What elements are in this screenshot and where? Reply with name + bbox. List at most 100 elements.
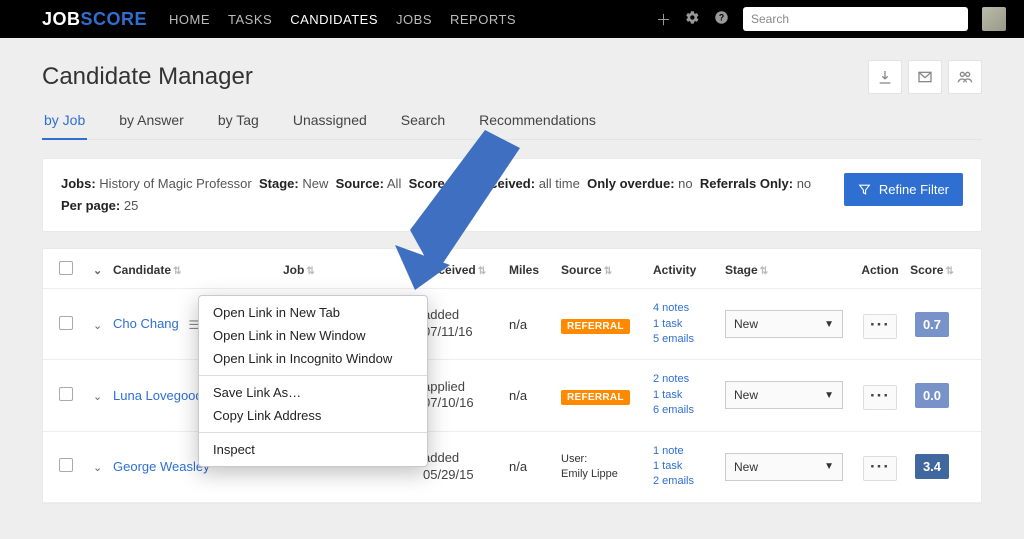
activity-notes[interactable]: 1 note <box>653 444 725 459</box>
help-icon[interactable]: ? <box>714 10 729 29</box>
sort-icon: ⇅ <box>604 266 612 277</box>
expand-all-icon[interactable]: ⌄ <box>93 265 102 277</box>
expand-icon[interactable]: ⌄ <box>93 391 102 403</box>
nav-home[interactable]: HOME <box>169 12 210 27</box>
score-chip[interactable]: 0.0 <box>915 383 949 408</box>
miles-text: n/a <box>509 388 561 403</box>
stage-select[interactable]: New ▼ <box>725 453 843 481</box>
refine-filter-label: Refine Filter <box>879 182 949 197</box>
download-button[interactable] <box>868 60 902 94</box>
stage-select[interactable]: New ▼ <box>725 310 843 338</box>
select-all-checkbox[interactable] <box>59 261 73 275</box>
table-row: ⌄ George Weasley added05/29/15 n/a User:… <box>43 432 981 503</box>
mail-button[interactable] <box>908 60 942 94</box>
stage-value: New <box>734 388 758 402</box>
page-head: Candidate Manager <box>42 60 982 94</box>
candidates-table: ⌄ Candidate⇅ Job⇅ Received⇅ Miles Source… <box>42 248 982 504</box>
col-stage[interactable]: Stage <box>725 263 758 277</box>
referral-badge: REFERRAL <box>561 390 630 405</box>
col-score[interactable]: Score <box>910 263 943 277</box>
menu-copy-link[interactable]: Copy Link Address <box>199 404 427 427</box>
score-chip[interactable]: 3.4 <box>915 454 949 479</box>
activity-links: 1 note 1 task 2 emails <box>653 444 725 490</box>
activity-tasks[interactable]: 1 task <box>653 459 725 474</box>
sort-icon: ⇅ <box>478 266 486 277</box>
table-row: ⌄ Cho Chang ☰ ✎ ✉ ◷ History of Magic add… <box>43 289 981 360</box>
sort-icon: ⇅ <box>173 266 181 277</box>
row-action-menu[interactable]: ··· <box>863 385 897 410</box>
table-header: ⌄ Candidate⇅ Job⇅ Received⇅ Miles Source… <box>43 249 981 289</box>
stage-value: New <box>734 460 758 474</box>
stage-value: New <box>734 317 758 331</box>
nav-tasks[interactable]: TASKS <box>228 12 272 27</box>
candidate-link[interactable]: George Weasley <box>113 459 210 474</box>
activity-notes[interactable]: 4 notes <box>653 301 725 316</box>
svg-text:?: ? <box>719 12 724 22</box>
tab-by-tag[interactable]: by Tag <box>216 112 261 139</box>
menu-open-new-window[interactable]: Open Link in New Window <box>199 324 427 347</box>
col-candidate[interactable]: Candidate <box>113 263 171 277</box>
page-title: Candidate Manager <box>42 63 253 91</box>
received-text: applied07/10/16 <box>423 379 509 413</box>
activity-tasks[interactable]: 1 task <box>653 388 725 403</box>
menu-save-link-as[interactable]: Save Link As… <box>199 381 427 404</box>
col-received[interactable]: Received <box>423 263 476 277</box>
source-text: User:Emily Lippe <box>561 452 653 481</box>
sort-icon: ⇅ <box>306 266 314 277</box>
candidate-link[interactable]: Cho Chang <box>113 316 179 331</box>
activity-tasks[interactable]: 1 task <box>653 317 725 332</box>
row-action-menu[interactable]: ··· <box>863 456 897 481</box>
col-source[interactable]: Source <box>561 263 602 277</box>
logo-part2: SCORE <box>81 9 148 30</box>
gear-icon[interactable] <box>685 10 700 29</box>
activity-emails[interactable]: 5 emails <box>653 332 725 347</box>
col-miles: Miles <box>509 263 539 277</box>
tab-recommendations[interactable]: Recommendations <box>477 112 598 139</box>
menu-open-incognito[interactable]: Open Link in Incognito Window <box>199 347 427 370</box>
miles-text: n/a <box>509 459 561 474</box>
menu-inspect[interactable]: Inspect <box>199 438 427 461</box>
nav-candidates[interactable]: CANDIDATES <box>290 12 378 27</box>
tab-unassigned[interactable]: Unassigned <box>291 112 369 139</box>
row-checkbox[interactable] <box>59 387 73 401</box>
filter-summary: Jobs: History of Magic Professor Stage: … <box>61 173 824 217</box>
nav-reports[interactable]: REPORTS <box>450 12 516 27</box>
candidate-link[interactable]: Luna Lovegood <box>113 388 203 403</box>
filter-panel: Jobs: History of Magic Professor Stage: … <box>42 158 982 232</box>
tab-by-answer[interactable]: by Answer <box>117 112 186 139</box>
logo[interactable]: JOB SCORE <box>42 9 147 30</box>
chevron-down-icon: ▼ <box>824 390 834 401</box>
subtabs: by Job by Answer by Tag Unassigned Searc… <box>42 112 982 140</box>
topbar-right: ＋ ? Search <box>656 7 1006 31</box>
activity-emails[interactable]: 2 emails <box>653 474 725 489</box>
nav-jobs[interactable]: JOBS <box>396 12 432 27</box>
tab-search[interactable]: Search <box>399 112 447 139</box>
activity-notes[interactable]: 2 notes <box>653 372 725 387</box>
tab-by-job[interactable]: by Job <box>42 112 87 140</box>
activity-links: 4 notes 1 task 5 emails <box>653 301 725 347</box>
row-action-menu[interactable]: ··· <box>863 314 897 339</box>
chevron-down-icon: ▼ <box>824 461 834 472</box>
row-checkbox[interactable] <box>59 458 73 472</box>
row-checkbox[interactable] <box>59 316 73 330</box>
expand-icon[interactable]: ⌄ <box>93 462 102 474</box>
plus-icon[interactable]: ＋ <box>656 9 671 30</box>
users-button[interactable] <box>948 60 982 94</box>
head-actions <box>868 60 982 94</box>
chevron-down-icon: ▼ <box>824 319 834 330</box>
col-action: Action <box>861 263 898 277</box>
activity-emails[interactable]: 6 emails <box>653 403 725 418</box>
avatar[interactable] <box>982 7 1006 31</box>
stage-select[interactable]: New ▼ <box>725 381 843 409</box>
received-text: added07/11/16 <box>423 307 509 341</box>
search-placeholder: Search <box>751 12 789 26</box>
received-text: added05/29/15 <box>423 450 509 484</box>
menu-open-new-tab[interactable]: Open Link in New Tab <box>199 301 427 324</box>
col-job[interactable]: Job <box>283 263 304 277</box>
page: Candidate Manager by Job by Answer by Ta… <box>0 38 1024 504</box>
logo-part1: JOB <box>42 9 81 30</box>
score-chip[interactable]: 0.7 <box>915 312 949 337</box>
expand-icon[interactable]: ⌄ <box>93 320 102 332</box>
search-input[interactable]: Search <box>743 7 968 31</box>
refine-filter-button[interactable]: Refine Filter <box>844 173 963 206</box>
